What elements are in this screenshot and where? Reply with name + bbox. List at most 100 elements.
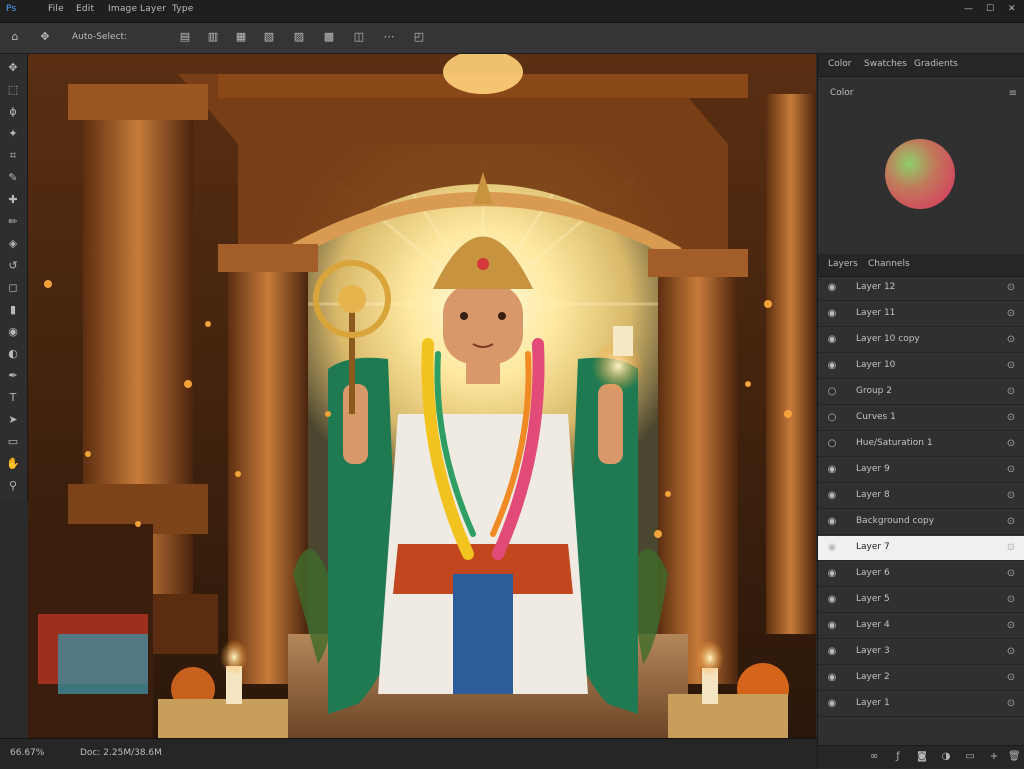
layer-row[interactable]: ○ Curves 1 ⊙	[818, 406, 1024, 431]
window-minimize[interactable]: —	[964, 4, 973, 14]
hand-tool-icon[interactable]: ✋	[5, 456, 21, 472]
layer-row[interactable]: ◉ Layer 1 ⊙	[818, 692, 1024, 717]
lock-icon[interactable]: ⊙	[1005, 334, 1017, 346]
lock-icon[interactable]: ⊙	[1005, 412, 1017, 424]
distribute-icon[interactable]: ▧	[262, 30, 276, 44]
align-left-icon[interactable]: ▤	[178, 30, 192, 44]
eye-icon[interactable]: ◉	[826, 516, 838, 528]
path-select-icon[interactable]: ➤	[5, 412, 21, 428]
align-right-icon[interactable]: ▦	[234, 30, 248, 44]
marquee-tool-icon[interactable]: ⬚	[5, 82, 21, 98]
magic-wand-icon[interactable]: ✦	[5, 126, 21, 142]
pen-tool-icon[interactable]: ✒	[5, 368, 21, 384]
eye-icon[interactable]: ◉	[826, 542, 838, 554]
lock-icon[interactable]: ⊙	[1005, 360, 1017, 372]
eyedropper-icon[interactable]: ✎	[5, 170, 21, 186]
layer-row[interactable]: ◉ Layer 10 ⊙	[818, 354, 1024, 379]
eye-icon[interactable]: ◉	[826, 334, 838, 346]
layer-row[interactable]: ◉ Layer 5 ⊙	[818, 588, 1024, 613]
eye-icon[interactable]: ◉	[826, 698, 838, 710]
eye-icon[interactable]: ◉	[826, 308, 838, 320]
eye-icon[interactable]: ◉	[826, 490, 838, 502]
tab-color[interactable]: Color	[828, 59, 852, 69]
transform-icon[interactable]: ▩	[322, 30, 336, 44]
lock-icon[interactable]: ⊙	[1005, 464, 1017, 476]
layer-row[interactable]: ◉ Layer 10 copy ⊙	[818, 328, 1024, 353]
clone-stamp-icon[interactable]: ◈	[5, 236, 21, 252]
layer-row[interactable]: ◉ Layer 12 ⊙	[818, 276, 1024, 301]
lock-icon[interactable]: ⊙	[1005, 698, 1017, 710]
lock-icon[interactable]: ⊙	[1005, 568, 1017, 580]
move-tool-icon[interactable]: ✥	[38, 30, 52, 44]
tab-layers[interactable]: Layers	[828, 259, 858, 269]
menu-image[interactable]: Image	[108, 4, 137, 14]
eraser-tool-icon[interactable]: ◻	[5, 280, 21, 296]
lock-icon[interactable]: ⊙	[1005, 594, 1017, 606]
menu-type[interactable]: Type	[172, 4, 193, 14]
3d-mode-icon[interactable]: ◫	[352, 30, 366, 44]
eye-icon[interactable]: ◉	[826, 360, 838, 372]
fx-icon[interactable]: ƒ	[892, 751, 904, 763]
lock-icon[interactable]: ⊙	[1005, 646, 1017, 658]
tab-channels[interactable]: Channels	[868, 259, 910, 269]
eye-icon[interactable]: ○	[826, 412, 838, 424]
lock-icon[interactable]: ⊙	[1005, 542, 1017, 554]
eye-icon[interactable]: ◉	[826, 646, 838, 658]
layer-row[interactable]: ○ Hue/Saturation 1 ⊙	[818, 432, 1024, 457]
layer-row[interactable]: ◉ Layer 6 ⊙	[818, 562, 1024, 587]
eye-icon[interactable]: ◉	[826, 282, 838, 294]
eye-icon[interactable]: ◉	[826, 620, 838, 632]
window-maximize[interactable]: ☐	[986, 4, 994, 14]
new-layer-icon[interactable]: +	[988, 751, 1000, 763]
window-close[interactable]: ✕	[1008, 4, 1016, 14]
lock-icon[interactable]: ⊙	[1005, 516, 1017, 528]
move-tool-icon[interactable]: ✥	[5, 60, 21, 76]
more-options-icon[interactable]: ⋯	[382, 30, 396, 44]
lasso-tool-icon[interactable]: ϕ	[5, 104, 21, 120]
lock-icon[interactable]: ⊙	[1005, 438, 1017, 450]
color-wheel[interactable]	[884, 138, 956, 210]
brush-tool-icon[interactable]: ✏	[5, 214, 21, 230]
lock-icon[interactable]: ⊙	[1005, 386, 1017, 398]
layer-row[interactable]: ◉ Layer 9 ⊙	[818, 458, 1024, 483]
menu-layer[interactable]: Layer	[140, 4, 166, 14]
eye-icon[interactable]: ◉	[826, 464, 838, 476]
lock-icon[interactable]: ⊙	[1005, 308, 1017, 320]
distribute-v-icon[interactable]: ▨	[292, 30, 306, 44]
crop-tool-icon[interactable]: ⌗	[5, 148, 21, 164]
layer-row[interactable]: ◉ Layer 8 ⊙	[818, 484, 1024, 509]
eye-icon[interactable]: ○	[826, 438, 838, 450]
eye-icon[interactable]: ◉	[826, 594, 838, 606]
align-center-icon[interactable]: ▥	[206, 30, 220, 44]
type-tool-icon[interactable]: T	[5, 390, 21, 406]
extra-icon[interactable]: ◰	[412, 30, 426, 44]
zoom-tool-icon[interactable]: ⚲	[5, 478, 21, 494]
home-icon[interactable]: ⌂	[8, 30, 22, 44]
eye-icon[interactable]: ○	[826, 386, 838, 398]
mask-icon[interactable]: ◙	[916, 751, 928, 763]
panel-menu-icon[interactable]: ≡	[1009, 88, 1017, 99]
document-canvas[interactable]	[28, 54, 816, 738]
lock-icon[interactable]: ⊙	[1005, 672, 1017, 684]
eye-icon[interactable]: ◉	[826, 568, 838, 580]
trash-icon[interactable]: 🗑	[1008, 751, 1021, 763]
adjustment-icon[interactable]: ◑	[940, 751, 952, 763]
eye-icon[interactable]: ◉	[826, 672, 838, 684]
link-layers-icon[interactable]: ∞	[868, 751, 880, 763]
layer-row[interactable]: ◉ Layer 2 ⊙	[818, 666, 1024, 691]
history-brush-icon[interactable]: ↺	[5, 258, 21, 274]
zoom-level[interactable]: 66.67%	[10, 748, 44, 758]
layer-row[interactable]: ◉ Layer 7 ⊙	[818, 536, 1024, 561]
healing-brush-icon[interactable]: ✚	[5, 192, 21, 208]
menu-edit[interactable]: Edit	[76, 4, 94, 14]
app-logo[interactable]: Ps	[6, 4, 16, 14]
lock-icon[interactable]: ⊙	[1005, 620, 1017, 632]
layer-row[interactable]: ◉ Background copy ⊙	[818, 510, 1024, 535]
layer-row[interactable]: ◉ Layer 11 ⊙	[818, 302, 1024, 327]
tab-swatches[interactable]: Swatches	[864, 59, 907, 69]
layer-row[interactable]: ◉ Layer 3 ⊙	[818, 640, 1024, 665]
gradient-tool-icon[interactable]: ▮	[5, 302, 21, 318]
tab-gradients[interactable]: Gradients	[914, 59, 958, 69]
lock-icon[interactable]: ⊙	[1005, 490, 1017, 502]
shape-tool-icon[interactable]: ▭	[5, 434, 21, 450]
